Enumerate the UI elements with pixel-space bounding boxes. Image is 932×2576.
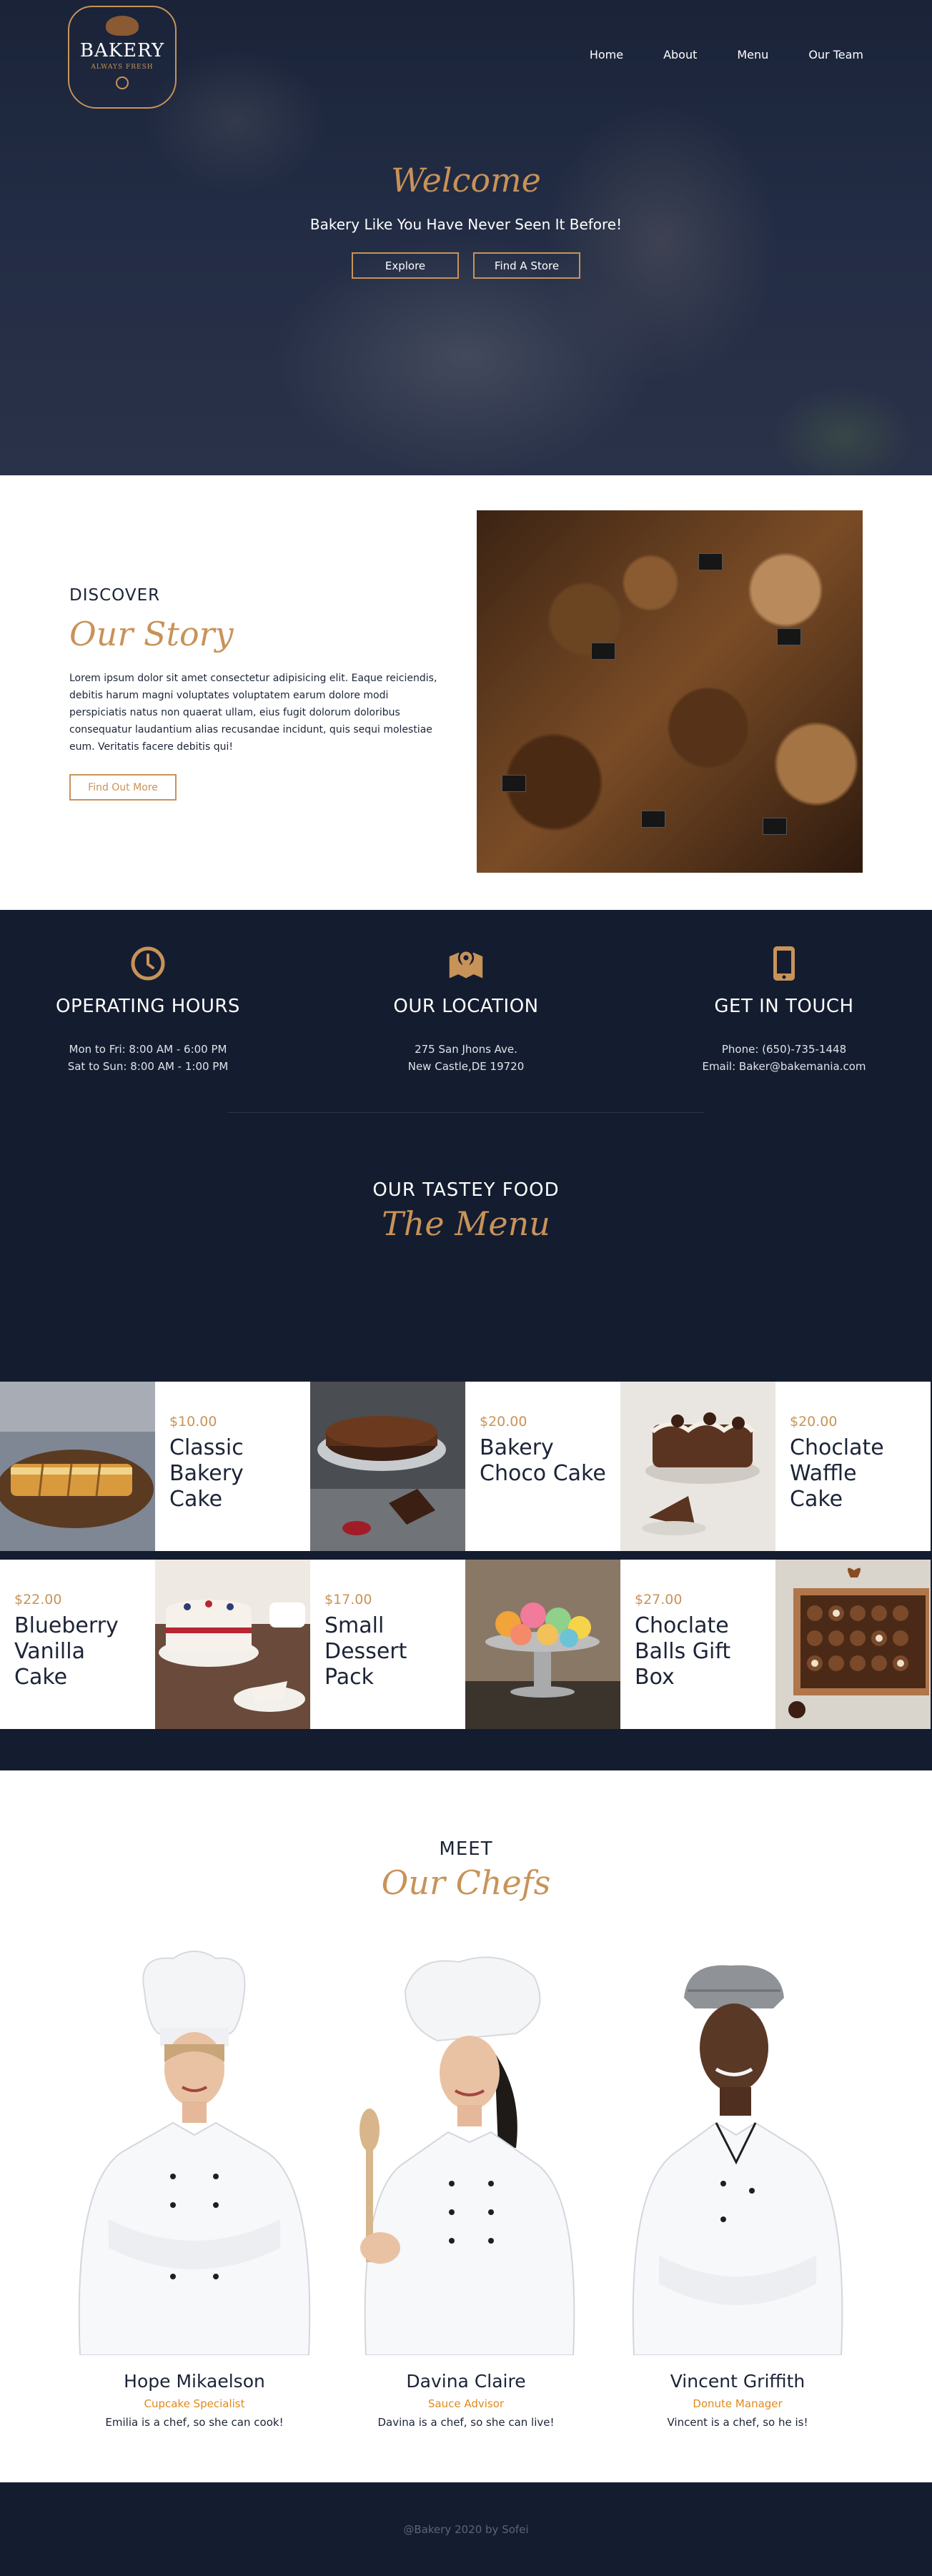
operating-hours-heading: OPERATING HOURS (56, 996, 240, 1017)
chef-photo (337, 1948, 595, 2356)
menu-item-price: $20.00 (790, 1414, 838, 1430)
menu-item-card[interactable]: $22.00 Blueberry Vanilla Cake (0, 1560, 155, 1729)
find-out-more-button[interactable]: Find Out More (69, 774, 177, 801)
price-tag-shape (698, 553, 723, 570)
chef-photo (609, 1948, 866, 2356)
phone-text: Phone: (650)-735-1448 (721, 1043, 847, 1056)
location-block: OUR LOCATION 275 San Jhons Ave. New Cast… (330, 946, 602, 1073)
chef-role: Donute Manager (693, 2397, 783, 2410)
menu-item-card[interactable]: $17.00 Small Dessert Pack (310, 1560, 465, 1729)
hero-leaf-shape (772, 386, 915, 475)
chef-photo (66, 1948, 323, 2356)
menu-item-name: Blueberry Vanilla Cake (14, 1613, 119, 1690)
chef-role: Sauce Advisor (427, 2397, 505, 2410)
price-tag-shape (591, 643, 615, 660)
hero-subtitle: Bakery Like You Have Never Seen It Befor… (309, 216, 623, 233)
info-section: OPERATING HOURS Mon to Fri: 8:00 AM - 6:… (0, 910, 932, 1382)
chefs-eyebrow: MEET (439, 1838, 493, 1860)
menu-item-image (155, 1560, 310, 1729)
find-a-store-button[interactable]: Find A Store (473, 252, 580, 279)
menu-item-name: Choclate Waffle Cake (790, 1435, 884, 1512)
clock-icon (130, 946, 166, 981)
menu-item-image (775, 1560, 931, 1729)
story-body: Lorem ipsum dolor sit amet consectetur a… (69, 673, 437, 753)
story-section: DISCOVER Our Story Lorem ipsum dolor sit… (0, 475, 932, 910)
menu-grid: $10.00 Classic Bakery Cake $20.00 Bakery… (0, 1382, 932, 1770)
chefs-title: Our Chefs (381, 1863, 551, 1902)
menu-item-price: $17.00 (324, 1592, 372, 1607)
bread-icon (106, 15, 139, 36)
price-tag-shape (641, 811, 665, 828)
menu-item-image (0, 1382, 155, 1551)
logo-tagline: ALWAYS FRESH (91, 63, 154, 71)
chef-bio: Davina is a chef, so she can live! (377, 2416, 555, 2429)
chef-name: Hope Mikaelson (124, 2371, 265, 2392)
map-pin-icon (448, 946, 484, 981)
chef-card: Davina Claire Sauce Advisor Davina is a … (337, 1948, 595, 2429)
chef-bio: Vincent is a chef, so he is! (667, 2416, 808, 2429)
contact-block: GET IN TOUCH Phone: (650)-735-1448 Email… (648, 946, 920, 1073)
menu-item-price: $20.00 (480, 1414, 527, 1430)
chefs-section: MEET Our Chefs Hope Mikaelson Cupcake Sp… (0, 1770, 932, 2482)
menu-item-price: $22.00 (14, 1592, 62, 1607)
operating-hours-block: OPERATING HOURS Mon to Fri: 8:00 AM - 6:… (12, 946, 284, 1073)
main-nav: Home About Menu Our Team (590, 48, 863, 61)
menu-item-card[interactable]: $27.00 Choclate Balls Gift Box (620, 1560, 775, 1729)
location-heading: OUR LOCATION (393, 996, 539, 1017)
logo[interactable]: BAKERY ALWAYS FRESH (68, 6, 177, 109)
contact-heading: GET IN TOUCH (714, 996, 854, 1017)
info-line: Sat to Sun: 8:00 AM - 1:00 PM (67, 1060, 229, 1073)
menu-item-image (310, 1382, 465, 1551)
menu-item-name: Classic Bakery Cake (169, 1435, 244, 1512)
menu-item-price: $10.00 (169, 1414, 217, 1430)
price-tag-shape (777, 628, 801, 645)
nav-our-team[interactable]: Our Team (808, 48, 863, 61)
nav-about[interactable]: About (663, 48, 697, 61)
explore-button[interactable]: Explore (352, 252, 459, 279)
menu-item-card[interactable]: $10.00 Classic Bakery Cake (155, 1382, 310, 1551)
chef-card: Vincent Griffith Donute Manager Vincent … (609, 1948, 866, 2429)
menu-item-name: Choclate Balls Gift Box (635, 1613, 731, 1690)
price-tag-shape (763, 818, 787, 835)
hero-title: Welcome (391, 161, 541, 199)
menu-item-card[interactable]: $20.00 Choclate Waffle Cake (775, 1382, 931, 1551)
info-line: New Castle,DE 19720 (407, 1060, 525, 1073)
section-divider (227, 1112, 705, 1113)
menu-item-card[interactable]: $20.00 Bakery Choco Cake (465, 1382, 620, 1551)
menu-item-image (620, 1382, 775, 1551)
hero-section: BAKERY ALWAYS FRESH Home About Menu Our … (0, 0, 932, 475)
info-line: Mon to Fri: 8:00 AM - 6:00 PM (69, 1043, 227, 1056)
logo-ornament-icon (116, 76, 129, 89)
hero-cupcake-shape (543, 100, 779, 386)
email-text[interactable]: Email: Baker@bakemania.com (648, 1060, 920, 1073)
menu-eyebrow: OUR TASTEY FOOD (372, 1179, 560, 1201)
phone-icon (766, 946, 802, 981)
story-eyebrow: DISCOVER (69, 586, 161, 605)
nav-menu[interactable]: Menu (737, 48, 768, 61)
story-title: Our Story (69, 615, 234, 653)
logo-brand: BAKERY (79, 39, 165, 61)
menu-item-name: Small Dessert Pack (324, 1613, 407, 1690)
menu-title: The Menu (382, 1204, 550, 1243)
pastries-photo (477, 510, 863, 873)
menu-item-name: Bakery Choco Cake (480, 1435, 606, 1486)
chef-name: Davina Claire (406, 2371, 526, 2392)
chef-bio: Emilia is a chef, so she can cook! (105, 2416, 284, 2429)
footer: @Bakery 2020 by Sofei (0, 2482, 932, 2576)
menu-item-image (465, 1560, 620, 1729)
nav-home[interactable]: Home (590, 48, 623, 61)
price-tag-shape (502, 775, 526, 792)
chef-name: Vincent Griffith (670, 2371, 805, 2392)
footer-copyright: @Bakery 2020 by Sofei (403, 2522, 529, 2536)
info-line: 275 San Jhons Ave. (415, 1043, 517, 1056)
chef-role: Cupcake Specialist (144, 2397, 245, 2410)
hero-buttons: Explore Find A Store (0, 252, 932, 279)
chef-card: Hope Mikaelson Cupcake Specialist Emilia… (66, 1948, 323, 2429)
menu-item-price: $27.00 (635, 1592, 683, 1607)
